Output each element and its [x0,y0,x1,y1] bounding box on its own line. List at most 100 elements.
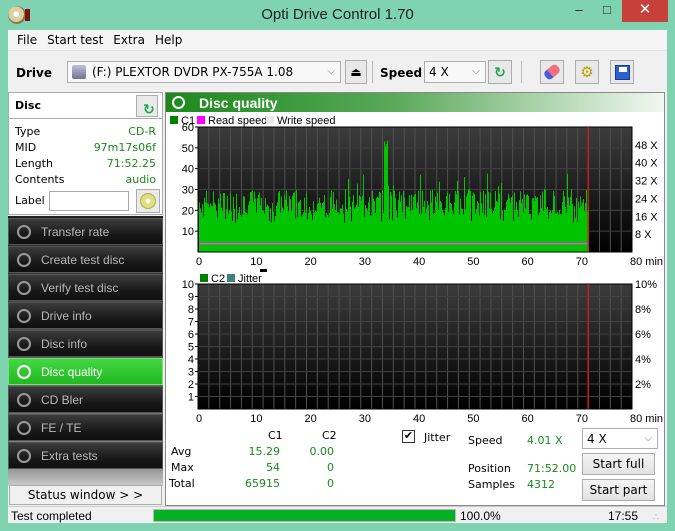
c1-bar [221,207,222,252]
close-button[interactable]: ✕ [622,0,668,22]
drive-select[interactable]: (F:) PLEXTOR DVDR PX-755A 1.08 ⌵ [67,61,341,83]
y-tick-label: 3 [188,367,194,379]
x-tick-label: 50 [467,413,479,422]
c1-bar [407,207,408,252]
disc-gear-icon [17,364,31,379]
settings-button[interactable]: ⚙ [575,60,599,84]
menu-help[interactable]: Help [150,33,187,47]
maximize-button[interactable]: □ [594,0,620,22]
c1-bar [231,211,232,252]
toolbar-separator [521,61,522,83]
c1-bar [569,205,570,252]
c1-bar [500,219,501,252]
sidebar: Disc ↻ Type CD-R MID 97m17s06f Length 71… [8,92,163,506]
c1-bar [356,204,357,252]
menu-file[interactable]: File [12,33,42,47]
c1-bar [513,220,514,252]
c1-bar [471,220,472,252]
c1-bar [410,211,411,252]
legend-write-speed-label: Write speed [277,115,336,127]
c1-bar [279,190,280,252]
resize-grip-icon[interactable]: ∴ [653,512,659,523]
save-button[interactable] [610,60,634,84]
y-tick-label: 20 [182,205,194,217]
c1-bar [317,204,318,252]
erase-button[interactable] [540,60,564,84]
speed-readout-value: 4.01 X [527,434,563,447]
c1-bar [585,203,586,252]
refresh-icon: ↻ [143,102,155,118]
start-part-button[interactable]: Start part [582,479,655,501]
y-tick-label: 10 [182,279,194,291]
c1-bar [487,173,488,252]
c1-bar [504,209,505,252]
c1-bar [351,221,352,252]
c1-bar [219,203,220,252]
c1-bar [388,185,389,252]
c1-bar [209,207,210,252]
nav-disc-quality[interactable]: Disc quality [8,358,163,385]
y2-tick-label: 4% [635,354,651,366]
y-tick-label: 30 [182,185,194,197]
c1-bar [372,190,373,252]
y-tick-label: 7 [188,317,194,329]
c1-bar [274,221,275,252]
nav-disc-info[interactable]: Disc info [8,330,163,357]
menu-start-test[interactable]: Start test [42,33,108,47]
c1-bar [203,216,204,252]
speed-select[interactable]: 4 X ⌵ [424,61,486,83]
nav-drive-info[interactable]: Drive info [8,302,163,329]
legend-jitter-swatch [227,274,235,282]
nav-verify-test-disc[interactable]: Verify test disc [8,274,163,301]
disc-refresh-button[interactable]: ↻ [136,95,158,118]
jitter-checkbox[interactable]: ✔ [402,430,415,443]
c1-bar [387,140,388,252]
drive-label: Drive [16,66,52,80]
stats-table: C1 C2 Avg 15.29 0.00 Max 54 0 Total 6591… [166,429,406,499]
c1-bar [549,211,550,252]
status-time: 17:55 [608,509,639,523]
disc-label-button[interactable] [136,189,160,213]
disc-gear-icon [172,96,185,109]
c1-bar [452,211,453,252]
c1-bar [327,214,328,252]
nav-cd-bler[interactable]: CD Bler [8,386,163,413]
c1-bar [326,212,327,252]
test-speed-select[interactable]: 4 X ⌵ [582,428,658,449]
c1-bar [321,208,322,252]
drive-select-value: (F:) PLEXTOR DVDR PX-755A 1.08 [92,65,294,79]
c1-bar [492,213,493,252]
legend-read-speed-swatch [197,116,205,124]
c1-bar [544,188,545,252]
disc-contents-value: audio [125,173,156,186]
c1-bar [386,143,387,252]
status-window-button[interactable]: Status window > > [9,485,162,505]
disc-type-label: Type [15,125,41,138]
start-full-button[interactable]: Start full [582,453,655,475]
legend-jitter-label: Jitter [238,273,262,285]
nav-create-test-disc[interactable]: Create test disc [8,246,163,273]
settings-icon: ⚙ [580,64,594,81]
c1-bar [264,213,265,252]
y-tick-label: 1 [188,392,194,404]
minimize-button[interactable]: – [566,0,592,22]
menu-extra[interactable]: Extra [108,33,150,47]
c1-bar [515,209,516,252]
x-tick-label: 0 [196,256,202,267]
c1-bar [367,210,368,252]
nav-extra-tests[interactable]: Extra tests [8,442,163,469]
c1-bar [493,211,494,252]
c1-bar [484,214,485,252]
c1-bar [553,191,554,252]
disc-label-input[interactable] [49,191,129,211]
disc-gear-icon [17,336,31,351]
c1-bar [483,190,484,252]
c1-bar [450,203,451,252]
nav-fe-te[interactable]: FE / TE [8,414,163,441]
c1-bar [462,208,463,252]
eject-button[interactable]: ⏏ [345,60,367,84]
refresh-speed-button[interactable]: ↻ [488,60,512,84]
disc-length-value: 71:52.25 [106,157,156,170]
legend-c1-swatch [170,116,178,124]
nav-transfer-rate[interactable]: Transfer rate [8,218,163,245]
